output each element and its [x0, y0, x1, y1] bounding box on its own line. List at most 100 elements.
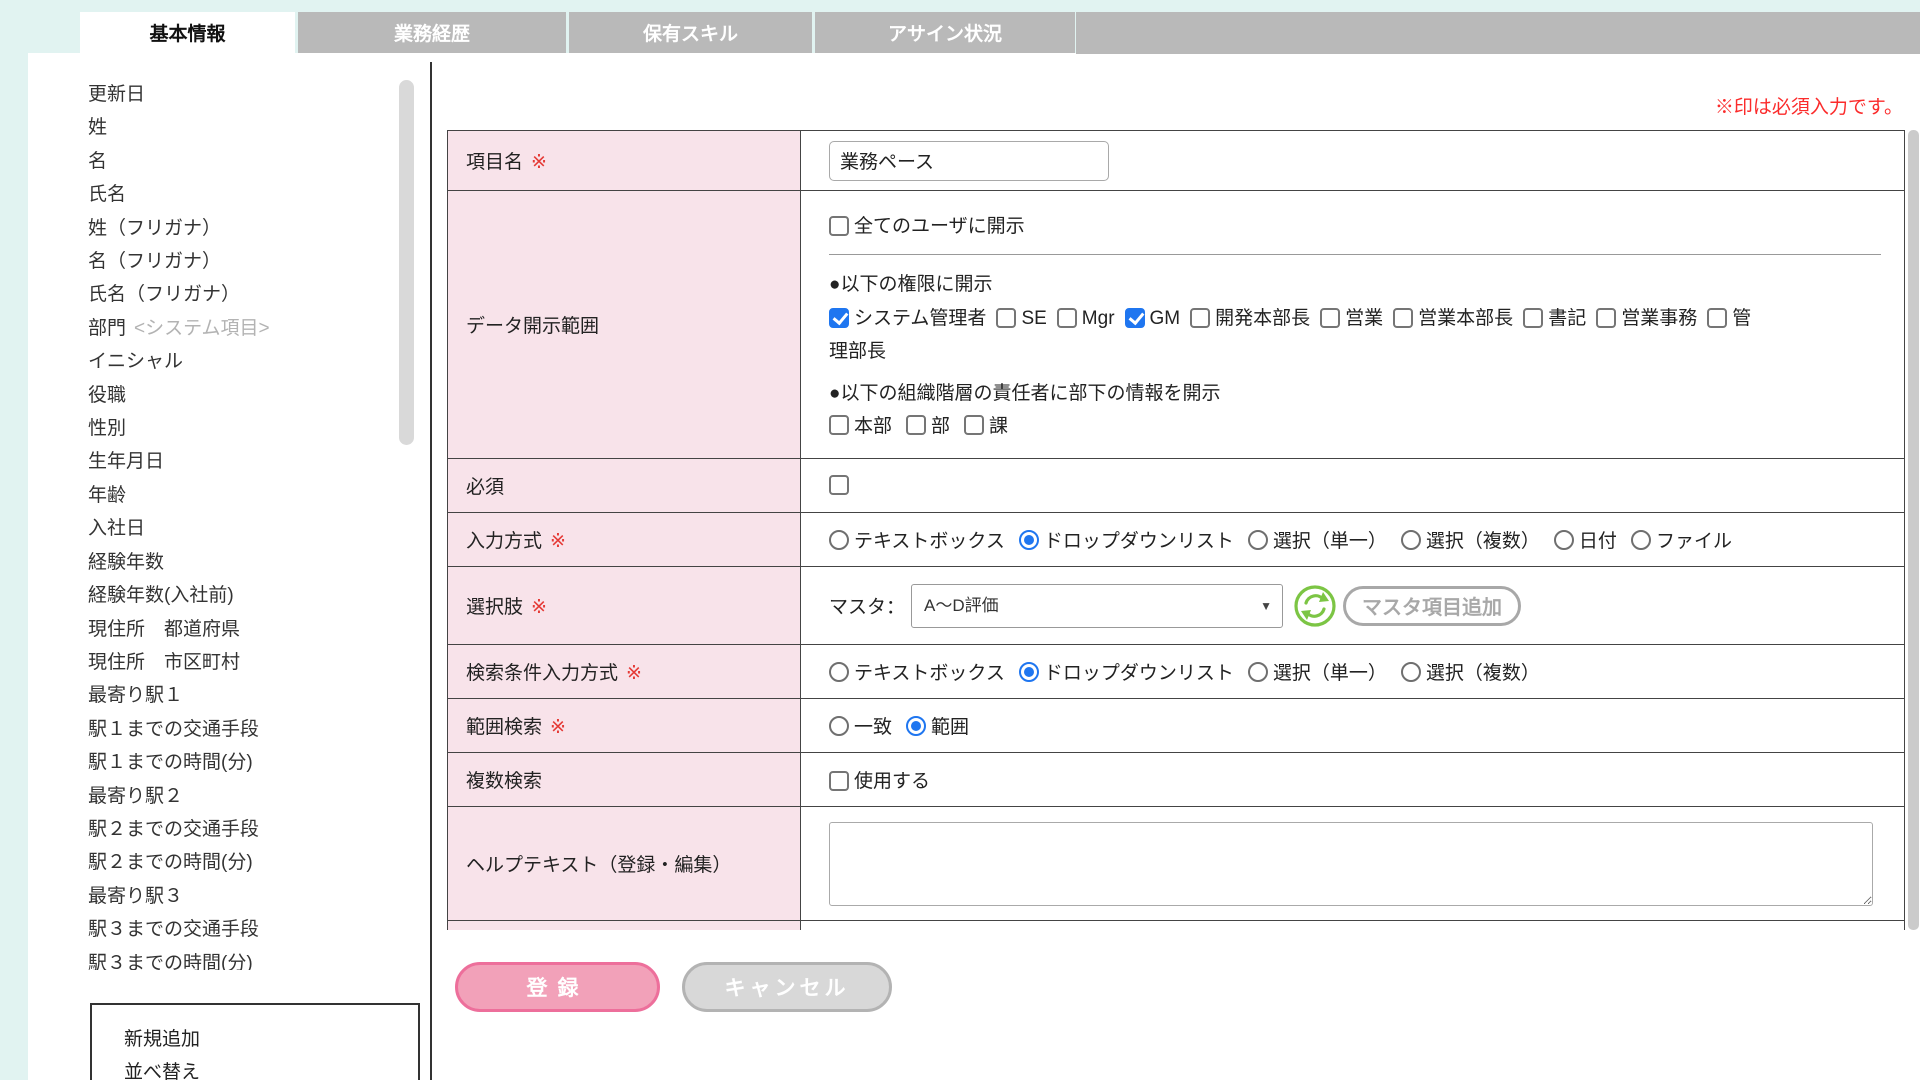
input-type-radio-label[interactable]: ドロップダウンリスト: [1019, 526, 1234, 553]
sidebar-item[interactable]: 駅１までの交通手段: [88, 713, 388, 746]
perm-checkbox[interactable]: [1707, 308, 1727, 328]
search-type-radio[interactable]: [829, 662, 849, 682]
sidebar-scrollbar[interactable]: [399, 80, 414, 445]
search-type-radio-label[interactable]: テキストボックス: [829, 658, 1005, 685]
input-type-radio-label[interactable]: テキストボックス: [829, 526, 1005, 553]
search-type-radio-label[interactable]: ドロップダウンリスト: [1019, 658, 1234, 685]
perm-checkbox[interactable]: [1523, 308, 1543, 328]
input-type-radio[interactable]: [1631, 530, 1651, 550]
sidebar-menu-item[interactable]: 新規追加: [124, 1023, 418, 1056]
sidebar-item[interactable]: 姓: [88, 111, 388, 144]
help-text-area[interactable]: [829, 822, 1873, 906]
org-checkbox-label[interactable]: 課: [964, 411, 1008, 438]
sidebar-item[interactable]: 性別: [88, 412, 388, 445]
sidebar-item[interactable]: 駅１までの時間(分): [88, 746, 388, 779]
page-scrollbar[interactable]: [1908, 130, 1919, 930]
required-label-cell: 必須: [448, 459, 801, 513]
sidebar-item[interactable]: 経験年数: [88, 546, 388, 579]
search-type-radio-label[interactable]: 選択（複数）: [1401, 658, 1540, 685]
perm-checkbox[interactable]: [1320, 308, 1340, 328]
sidebar-item[interactable]: 駅３までの交通手段: [88, 913, 388, 946]
input-type-radio[interactable]: [1248, 530, 1268, 550]
input-type-radio[interactable]: [1554, 530, 1574, 550]
org-checkbox[interactable]: [906, 415, 926, 435]
sidebar-item-label: 駅１までの交通手段: [88, 719, 259, 740]
input-type-radio-label[interactable]: 選択（単一）: [1248, 526, 1387, 553]
perm-checkbox-label[interactable]: 営業本部長: [1393, 308, 1513, 329]
sidebar-item[interactable]: 氏名（フリガナ）: [88, 278, 388, 311]
input-type-radio[interactable]: [1401, 530, 1421, 550]
tab-assign-status[interactable]: アサイン状況: [815, 12, 1075, 53]
master-select[interactable]: A～D評価: [911, 584, 1283, 628]
sidebar-menu-item[interactable]: 並べ替え: [124, 1056, 418, 1080]
multi-search-checkbox-label[interactable]: 使用する: [829, 771, 930, 792]
sidebar-item[interactable]: 最寄り駅２: [88, 780, 388, 813]
perm-checkbox-label[interactable]: 書記: [1523, 308, 1586, 329]
perm-checkbox[interactable]: [829, 308, 849, 328]
org-checkbox-label[interactable]: 部: [906, 411, 950, 438]
sidebar-item[interactable]: 役職: [88, 379, 388, 412]
perm-checkbox-label[interactable]: 営業: [1320, 308, 1383, 329]
cancel-button[interactable]: キャンセル: [682, 962, 892, 1012]
org-checkbox[interactable]: [964, 415, 984, 435]
perm-checkbox-label[interactable]: 開発本部長: [1190, 308, 1310, 329]
sidebar-item[interactable]: 生年月日: [88, 445, 388, 478]
perm-checkbox[interactable]: [1125, 308, 1145, 328]
sidebar-item[interactable]: 駅２までの交通手段: [88, 813, 388, 846]
perm-checkbox-label[interactable]: SE: [996, 308, 1046, 329]
input-type-radio-label[interactable]: 日付: [1554, 526, 1617, 553]
add-master-item-button[interactable]: マスタ項目追加: [1343, 586, 1521, 626]
input-type-radio-label[interactable]: ファイル: [1631, 526, 1732, 553]
search-type-radio[interactable]: [1019, 662, 1039, 682]
sidebar-item[interactable]: 名: [88, 145, 388, 178]
search-type-radio[interactable]: [1401, 662, 1421, 682]
input-type-radio-label[interactable]: 選択（複数）: [1401, 526, 1540, 553]
sidebar-item[interactable]: 現住所 都道府県: [88, 613, 388, 646]
sidebar-item[interactable]: イニシャル: [88, 345, 388, 378]
row-label: 入力方式: [466, 531, 542, 552]
range-radio-label[interactable]: 一致: [829, 712, 892, 739]
sidebar-item[interactable]: 最寄り駅３: [88, 880, 388, 913]
org-checkbox-label[interactable]: 本部: [829, 411, 892, 438]
tab-work-history[interactable]: 業務経歴: [298, 12, 566, 53]
refresh-master-button[interactable]: [1293, 584, 1337, 628]
perm-checkbox[interactable]: [996, 308, 1016, 328]
tab-skills[interactable]: 保有スキル: [569, 12, 812, 53]
input-type-radio[interactable]: [1019, 530, 1039, 550]
item-name-input[interactable]: [829, 141, 1109, 181]
sidebar-item[interactable]: 更新日: [88, 78, 388, 111]
sidebar-item[interactable]: 現住所 市区町村: [88, 646, 388, 679]
all-users-checkbox[interactable]: [829, 216, 849, 236]
sidebar-item[interactable]: 氏名: [88, 178, 388, 211]
sidebar-item[interactable]: 姓（フリガナ）: [88, 212, 388, 245]
perm-checkbox[interactable]: [1393, 308, 1413, 328]
sidebar-item[interactable]: 駅３までの時間(分): [88, 947, 388, 970]
search-type-radio-label[interactable]: 選択（単一）: [1248, 658, 1387, 685]
perm-checkbox-label[interactable]: Mgr: [1057, 308, 1115, 329]
range-radio[interactable]: [829, 716, 849, 736]
sidebar-item[interactable]: 最寄り駅１: [88, 679, 388, 712]
required-checkbox[interactable]: [829, 475, 849, 495]
disclosure-value-cell: 全てのユーザに開示 ●以下の権限に開示 システム管理者SEMgrGM開発本部長営…: [801, 191, 1905, 459]
perm-checkbox-label[interactable]: GM: [1125, 308, 1181, 329]
range-radio-label[interactable]: 範囲: [906, 712, 969, 739]
perm-checkbox[interactable]: [1057, 308, 1077, 328]
sidebar-item[interactable]: 経験年数(入社前): [88, 579, 388, 612]
sidebar-item[interactable]: 名（フリガナ）: [88, 245, 388, 278]
perm-checkbox[interactable]: [1190, 308, 1210, 328]
perm-checkbox-label[interactable]: 営業事務: [1596, 308, 1697, 329]
sidebar-item[interactable]: 部門<システム項目>: [88, 312, 388, 345]
all-users-checkbox-label[interactable]: 全てのユーザに開示: [829, 216, 1025, 237]
input-type-radio[interactable]: [829, 530, 849, 550]
range-radio[interactable]: [906, 716, 926, 736]
tab-basic-info[interactable]: 基本情報: [80, 12, 295, 53]
perm-checkbox-label[interactable]: システム管理者: [829, 308, 986, 329]
org-checkbox[interactable]: [829, 415, 849, 435]
sidebar-item[interactable]: 駅２までの時間(分): [88, 846, 388, 879]
sidebar-item[interactable]: 年齢: [88, 479, 388, 512]
sidebar-item[interactable]: 入社日: [88, 512, 388, 545]
perm-checkbox[interactable]: [1596, 308, 1616, 328]
multi-search-checkbox[interactable]: [829, 771, 849, 791]
submit-button[interactable]: 登録: [455, 962, 660, 1012]
search-type-radio[interactable]: [1248, 662, 1268, 682]
